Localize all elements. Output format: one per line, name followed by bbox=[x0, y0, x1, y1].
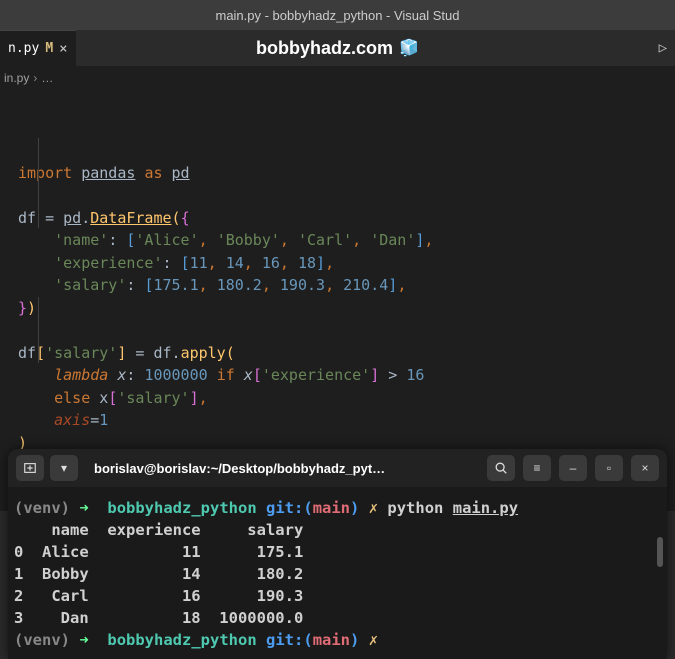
search-icon[interactable] bbox=[487, 455, 515, 481]
breadcrumb-more: … bbox=[41, 71, 53, 85]
menu-icon[interactable]: ≡ bbox=[523, 455, 551, 481]
scrollbar[interactable] bbox=[657, 537, 663, 567]
terminal-title: borislav@borislav:~/Desktop/bobbyhadz_py… bbox=[94, 461, 481, 476]
dropdown-icon[interactable]: ▾ bbox=[50, 455, 78, 481]
tab-modified-badge: M bbox=[45, 41, 53, 56]
terminal-output[interactable]: (venv) ➜ bobbyhadz_python git:(main) ✗ p… bbox=[8, 487, 667, 659]
window-title: main.py - bobbyhadz_python - Visual Stud bbox=[215, 8, 459, 23]
terminal-header: ▾ borislav@borislav:~/Desktop/bobbyhadz_… bbox=[8, 449, 667, 487]
run-icon[interactable]: ▷ bbox=[659, 40, 667, 56]
cube-icon: 🧊 bbox=[399, 38, 419, 58]
banner: bobbyhadz.com 🧊 bbox=[256, 38, 419, 59]
banner-text: bobbyhadz.com bbox=[256, 38, 393, 59]
close-terminal-icon[interactable]: × bbox=[631, 455, 659, 481]
indent-guide bbox=[38, 138, 39, 228]
maximize-icon[interactable]: ▫ bbox=[595, 455, 623, 481]
close-icon[interactable]: × bbox=[59, 41, 67, 57]
terminal-panel: ▾ borislav@borislav:~/Desktop/bobbyhadz_… bbox=[8, 449, 667, 659]
code-editor[interactable]: import pandas as pd df = pd.DataFrame({ … bbox=[0, 90, 675, 511]
tab-filename: n.py bbox=[8, 41, 39, 56]
tab-main-py[interactable]: n.py M × bbox=[0, 30, 76, 66]
window-title-bar: main.py - bobbyhadz_python - Visual Stud bbox=[0, 0, 675, 30]
tab-bar: n.py M × bobbyhadz.com 🧊 ▷ bbox=[0, 30, 675, 66]
chevron-right-icon: › bbox=[33, 71, 37, 85]
breadcrumb[interactable]: in.py › … bbox=[0, 66, 675, 90]
breadcrumb-file: in.py bbox=[4, 71, 29, 85]
indent-guide bbox=[38, 297, 39, 363]
minimize-icon[interactable]: – bbox=[559, 455, 587, 481]
new-tab-button[interactable] bbox=[16, 455, 44, 481]
